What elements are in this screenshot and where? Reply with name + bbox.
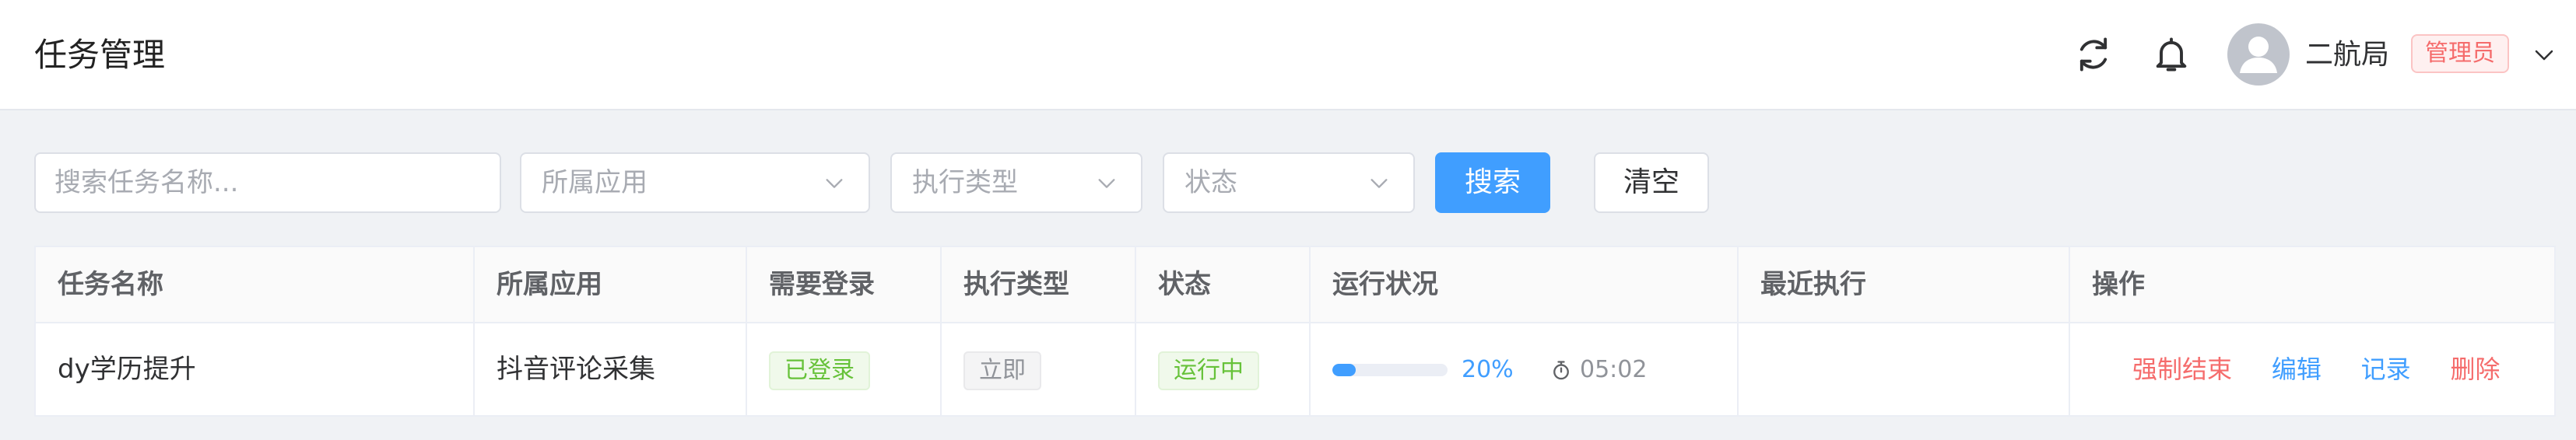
- col-status: 状态: [1136, 247, 1311, 322]
- col-actions: 操作: [2092, 269, 2145, 300]
- exec-type-placeholder: 执行类型: [912, 167, 1018, 198]
- task-table: 任务名称 所属应用 需要登录 执行类型 状态 运行状况 最近执行 操作 dy学历…: [34, 246, 2556, 417]
- progress-group: 20% 05:02: [1332, 354, 1721, 386]
- chevron-down-icon: [1098, 179, 1115, 188]
- run-status-cell: 20% 05:02: [1311, 323, 1739, 415]
- chevron-down-icon[interactable]: [2532, 44, 2556, 67]
- login-cell: 已登录: [747, 323, 942, 415]
- user-name[interactable]: 二航局: [2305, 36, 2389, 75]
- progress-percent: 20%: [1462, 356, 1514, 383]
- chevron-down-icon: [826, 179, 843, 188]
- col-run-status: 运行状况: [1311, 247, 1739, 322]
- role-badge: 管理员: [2411, 34, 2509, 73]
- bell-icon[interactable]: [2151, 34, 2192, 75]
- refresh-icon[interactable]: [2073, 34, 2114, 75]
- task-name-cell: dy学历提升: [36, 323, 475, 415]
- app-select[interactable]: 所属应用: [520, 152, 870, 213]
- top-header: 任务管理 二航局 管理员: [0, 0, 2576, 110]
- exec-type-cell: 立即: [942, 323, 1136, 415]
- col-task-name: 任务名称: [36, 247, 475, 322]
- page-title: 任务管理: [34, 36, 166, 74]
- status-select[interactable]: 状态: [1163, 152, 1415, 213]
- actions-cell: 强制结束 编辑 记录 删除: [2070, 323, 2557, 415]
- clear-button[interactable]: 清空: [1594, 152, 1709, 213]
- table-header: 任务名称 所属应用 需要登录 执行类型 状态 运行状况 最近执行 操作: [36, 247, 2554, 323]
- chevron-down-icon: [1370, 179, 1388, 188]
- table-row: dy学历提升 抖音评论采集 已登录 立即 运行中 20% 05:02 强制结束 …: [36, 323, 2554, 415]
- col-app: 所属应用: [475, 247, 747, 322]
- edit-link[interactable]: 编辑: [2272, 323, 2322, 415]
- login-status-badge: 已登录: [769, 351, 870, 390]
- status-placeholder: 状态: [1184, 167, 1237, 198]
- progress-bar: [1332, 364, 1448, 376]
- records-link[interactable]: 记录: [2361, 323, 2411, 415]
- last-run-cell: [1739, 323, 2070, 415]
- app-select-placeholder: 所属应用: [542, 167, 648, 198]
- exec-type-select[interactable]: 执行类型: [890, 152, 1142, 213]
- user-icon: [2240, 37, 2277, 73]
- exec-type-badge: 立即: [963, 351, 1041, 390]
- progress-fill: [1332, 364, 1356, 376]
- col-last-run: 最近执行: [1739, 247, 2070, 322]
- col-exec-type: 执行类型: [942, 247, 1136, 322]
- avatar[interactable]: [2227, 23, 2290, 86]
- search-input[interactable]: [36, 154, 500, 211]
- search-button[interactable]: 搜索: [1435, 152, 1550, 213]
- force-stop-link[interactable]: 强制结束: [2132, 323, 2232, 415]
- elapsed-time: 05:02: [1580, 356, 1648, 383]
- stopwatch-icon: [1553, 361, 1569, 380]
- status-badge: 运行中: [1158, 351, 1259, 390]
- col-login: 需要登录: [747, 247, 942, 322]
- search-field[interactable]: [34, 152, 501, 213]
- delete-link[interactable]: 删除: [2450, 323, 2500, 415]
- app-cell: 抖音评论采集: [475, 323, 747, 415]
- status-cell: 运行中: [1136, 323, 1311, 415]
